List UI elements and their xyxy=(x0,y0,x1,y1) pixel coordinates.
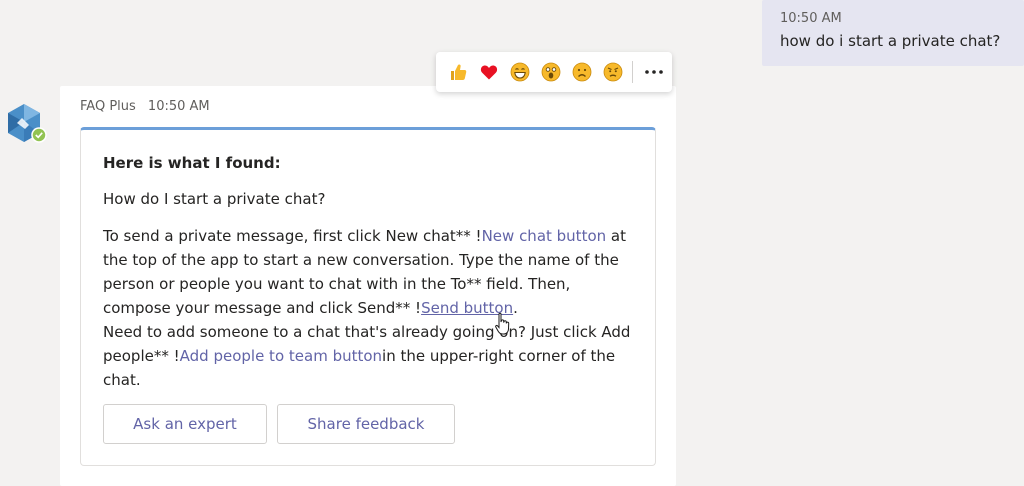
angry-icon xyxy=(603,62,622,82)
reaction-bar xyxy=(436,52,672,92)
laugh-icon xyxy=(510,62,529,82)
bot-message-time: 10:50 AM xyxy=(147,99,210,114)
surprised-icon xyxy=(541,62,560,82)
reaction-sad-button[interactable] xyxy=(566,52,597,92)
bot-message: FAQ Plus 10:50 AM Here is what I found: … xyxy=(60,86,676,486)
card-title: Here is what I found: xyxy=(103,154,281,172)
reaction-laugh-button[interactable] xyxy=(504,52,535,92)
reaction-divider xyxy=(632,61,633,83)
card-actions: Ask an expert Share feedback xyxy=(103,404,465,444)
more-options-button[interactable] xyxy=(639,52,669,92)
answer-text-1: To send a private message, first click N… xyxy=(103,227,482,245)
add-people-button-link[interactable]: Add people to team button xyxy=(180,347,382,365)
user-message-time: 10:50 AM xyxy=(780,11,842,26)
card-answer: To send a private message, first click N… xyxy=(103,224,633,392)
reaction-angry-button[interactable] xyxy=(597,52,628,92)
share-feedback-button[interactable]: Share feedback xyxy=(277,404,455,444)
new-chat-button-link[interactable]: New chat button xyxy=(482,227,607,245)
hand-pointer-icon xyxy=(494,312,512,336)
card-question: How do I start a private chat? xyxy=(103,190,326,208)
answer-card: Here is what I found: How do I start a p… xyxy=(80,127,656,466)
heart-icon xyxy=(480,65,497,80)
reaction-surprised-button[interactable] xyxy=(535,52,566,92)
reaction-heart-button[interactable] xyxy=(473,52,504,92)
ask-an-expert-button[interactable]: Ask an expert xyxy=(103,404,267,444)
reaction-like-button[interactable] xyxy=(442,52,473,92)
bot-sender-name: FAQ Plus xyxy=(80,99,136,114)
user-message-bubble: 10:50 AM how do i start a private chat? xyxy=(762,0,1024,66)
more-options-icon xyxy=(645,70,663,74)
faq-plus-bot-icon xyxy=(8,104,47,143)
thumbs-up-icon xyxy=(450,64,466,80)
user-message-text: how do i start a private chat? xyxy=(780,32,1001,50)
sad-icon xyxy=(572,62,591,82)
answer-text-3: . xyxy=(513,299,518,317)
bot-message-header: FAQ Plus 10:50 AM xyxy=(80,98,210,116)
bot-avatar[interactable] xyxy=(4,102,48,146)
